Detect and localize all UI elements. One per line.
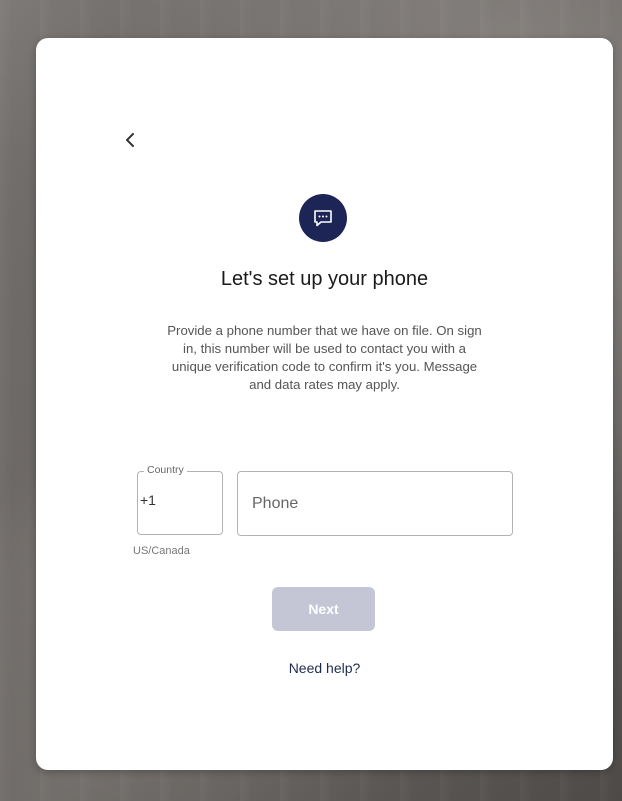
country-field-label: Country <box>144 464 187 476</box>
setup-phone-card: Let's set up your phone Provide a phone … <box>36 38 613 770</box>
instructions-text: Provide a phone number that we have on f… <box>167 323 482 392</box>
need-help-link[interactable]: Need help? <box>36 660 613 676</box>
page-title: Let's set up your phone <box>220 268 429 290</box>
country-code-field[interactable]: Country +1 <box>137 464 223 535</box>
message-bubble-icon <box>299 194 347 242</box>
next-button[interactable]: Next <box>272 587 375 631</box>
phone-input[interactable] <box>237 471 513 536</box>
country-helper-text: US/Canada <box>133 545 190 557</box>
back-button[interactable] <box>120 128 140 152</box>
country-code-value: +1 <box>140 492 156 508</box>
chevron-left-icon <box>126 133 134 147</box>
